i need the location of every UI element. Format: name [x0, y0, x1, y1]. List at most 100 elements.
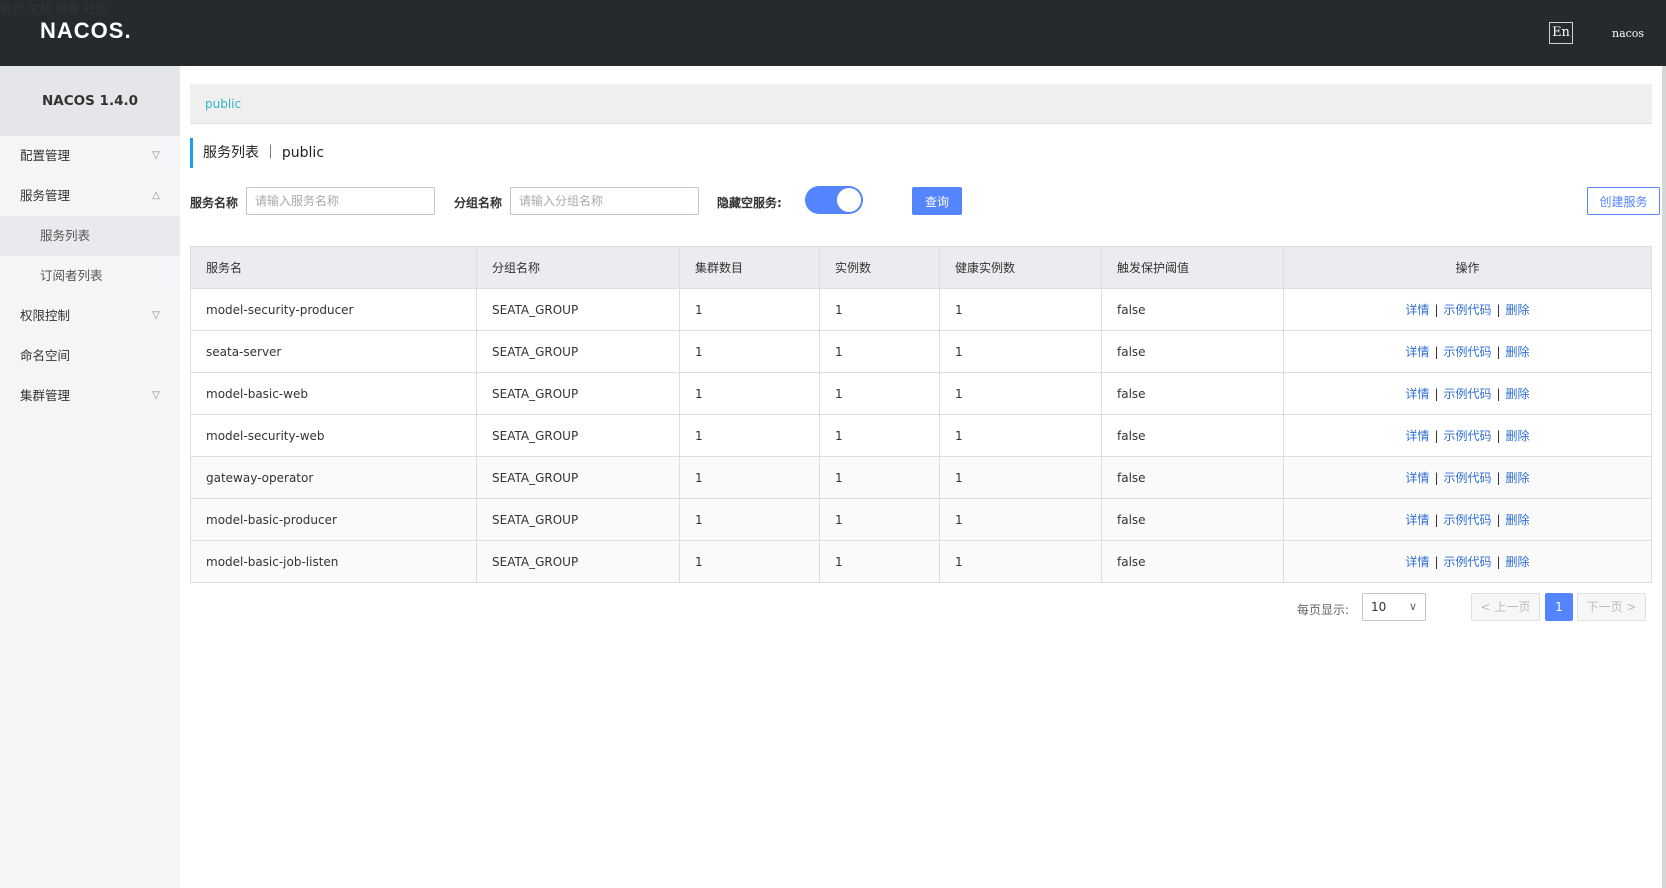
detail-link[interactable]: 详情	[1405, 429, 1429, 443]
cell-cluster-count: 1	[679, 372, 820, 415]
column-header-cluster-count: 集群数目	[679, 246, 820, 289]
vertical-scrollbar[interactable]	[1662, 66, 1666, 888]
chevron-down-icon: ▽	[152, 310, 160, 321]
detail-link[interactable]: 详情	[1405, 345, 1429, 359]
group-name-label: 分组名称	[454, 196, 503, 210]
chevron-left-icon: <	[1480, 600, 1491, 614]
nacos-logo[interactable]: NACOS.	[40, 18, 132, 44]
search-form: 服务名称 分组名称 隐藏空服务: 查询 创建服务	[190, 186, 1660, 218]
prev-page-button[interactable]: < 上一页	[1471, 593, 1540, 621]
hide-empty-service-toggle[interactable]	[805, 186, 863, 214]
next-page-label: 下一页	[1586, 600, 1623, 614]
sidebar-item-access-control[interactable]: 权限控制 ▽	[0, 296, 180, 336]
next-page-button[interactable]: 下一页 >	[1577, 593, 1646, 621]
cell-protect-threshold: false	[1101, 540, 1284, 583]
cell-service-name: model-security-web	[190, 414, 477, 457]
sample-code-link[interactable]: 示例代码	[1443, 555, 1491, 569]
cell-protect-threshold: false	[1101, 498, 1284, 541]
nav-docs[interactable]: 文档	[28, 2, 52, 16]
sidebar-item-label: 命名空间	[20, 348, 71, 363]
current-page-button[interactable]: 1	[1545, 593, 1573, 621]
delete-link[interactable]: 删除	[1506, 471, 1530, 485]
nav-blog[interactable]: 博客	[56, 2, 80, 16]
cell-instance-count: 1	[819, 498, 940, 541]
chevron-down-icon: ∨	[1408, 600, 1417, 613]
table-row: model-security-producer SEATA_GROUP 1 1 1 fal…	[190, 288, 1652, 331]
table-row: model-basic-web SEATA_GROUP 1 1 1 false 详情 | 示例代…	[190, 372, 1652, 415]
cell-operations: 详情 | 示例代码 | 删除	[1283, 540, 1652, 583]
ops-separator: |	[1434, 387, 1439, 401]
main-content: public 服务列表 ｜ public 服务名称 分组名称 隐藏空服务: 查询…	[180, 66, 1662, 888]
delete-link[interactable]: 删除	[1506, 387, 1530, 401]
top-header: NACOS. 首页 文档 博客 社区 En nacos	[0, 0, 1666, 66]
cell-service-name: gateway-operator	[190, 456, 477, 499]
group-name-input[interactable]	[510, 187, 699, 215]
ops-separator: |	[1496, 345, 1501, 359]
language-toggle-button[interactable]: En	[1549, 22, 1573, 44]
table-row: gateway-operator SEATA_GROUP 1 1 1 false 详情 | 示例…	[190, 456, 1652, 499]
ops-separator: |	[1434, 471, 1439, 485]
create-service-button[interactable]: 创建服务	[1587, 187, 1660, 215]
ops-separator: |	[1434, 345, 1439, 359]
sidebar-item-label: 权限控制	[20, 308, 71, 323]
detail-link[interactable]: 详情	[1405, 471, 1429, 485]
cell-cluster-count: 1	[679, 540, 820, 583]
cell-cluster-count: 1	[679, 456, 820, 499]
delete-link[interactable]: 删除	[1506, 303, 1530, 317]
sidebar-item-service-list[interactable]: 服务列表	[0, 216, 180, 256]
column-header-group-name: 分组名称	[476, 246, 680, 289]
ops-separator: |	[1496, 429, 1501, 443]
table-row: model-security-web SEATA_GROUP 1 1 1 false 详情 |…	[190, 414, 1652, 457]
sidebar-item-service-management[interactable]: 服务管理 △	[0, 176, 180, 216]
cell-cluster-count: 1	[679, 288, 820, 331]
detail-link[interactable]: 详情	[1405, 387, 1429, 401]
detail-link[interactable]: 详情	[1405, 513, 1429, 527]
chevron-right-icon: >	[1626, 600, 1637, 614]
cell-operations: 详情 | 示例代码 | 删除	[1283, 456, 1652, 499]
cell-protect-threshold: false	[1101, 456, 1284, 499]
query-button[interactable]: 查询	[912, 187, 962, 215]
sidebar-item-cluster-management[interactable]: 集群管理 ▽	[0, 376, 180, 416]
sidebar-item-config-management[interactable]: 配置管理 ▽	[0, 136, 180, 176]
sidebar-item-label: 服务管理	[20, 188, 71, 203]
sample-code-link[interactable]: 示例代码	[1443, 471, 1491, 485]
cell-group-name: SEATA_GROUP	[476, 372, 680, 415]
nav-home[interactable]: 首页	[0, 2, 24, 16]
cell-cluster-count: 1	[679, 414, 820, 457]
cell-protect-threshold: false	[1101, 372, 1284, 415]
delete-link[interactable]: 删除	[1506, 429, 1530, 443]
ops-separator: |	[1496, 387, 1501, 401]
table-header-row: 服务名 分组名称 集群数目 实例数 健康实例数 触发保护阈值 操作	[190, 246, 1652, 289]
delete-link[interactable]: 删除	[1506, 555, 1530, 569]
sidebar-item-label: 订阅者列表	[40, 268, 103, 283]
delete-link[interactable]: 删除	[1506, 345, 1530, 359]
detail-link[interactable]: 详情	[1405, 555, 1429, 569]
sample-code-link[interactable]: 示例代码	[1443, 387, 1491, 401]
detail-link[interactable]: 详情	[1405, 303, 1429, 317]
cell-service-name: model-basic-job-listen	[190, 540, 477, 583]
cell-service-name: model-security-producer	[190, 288, 477, 331]
table-row: seata-server SEATA_GROUP 1 1 1 false 详情 | 示例代码 | 删…	[190, 330, 1652, 373]
cell-operations: 详情 | 示例代码 | 删除	[1283, 372, 1652, 415]
sample-code-link[interactable]: 示例代码	[1443, 303, 1491, 317]
service-name-input[interactable]	[246, 187, 435, 215]
cell-protect-threshold: false	[1101, 288, 1284, 331]
cell-group-name: SEATA_GROUP	[476, 456, 680, 499]
cell-protect-threshold: false	[1101, 330, 1284, 373]
cell-service-name: seata-server	[190, 330, 477, 373]
table-row: model-basic-job-listen SEATA_GROUP 1 1 1 fals…	[190, 540, 1652, 583]
column-header-instance-count: 实例数	[819, 246, 940, 289]
sidebar-item-namespace[interactable]: 命名空间	[0, 336, 180, 376]
page-size-select[interactable]: 10 ∨	[1362, 593, 1426, 621]
sample-code-link[interactable]: 示例代码	[1443, 429, 1491, 443]
user-name[interactable]: nacos	[1612, 27, 1644, 40]
delete-link[interactable]: 删除	[1506, 513, 1530, 527]
sample-code-link[interactable]: 示例代码	[1443, 345, 1491, 359]
cell-operations: 详情 | 示例代码 | 删除	[1283, 288, 1652, 331]
nav-community[interactable]: 社区	[84, 2, 108, 16]
sidebar-item-label: 集群管理	[20, 388, 71, 403]
page-title: 服务列表 ｜ public	[190, 138, 324, 168]
sample-code-link[interactable]: 示例代码	[1443, 513, 1491, 527]
sidebar-item-subscriber-list[interactable]: 订阅者列表	[0, 256, 180, 296]
namespace-link-public[interactable]: public	[205, 97, 241, 111]
